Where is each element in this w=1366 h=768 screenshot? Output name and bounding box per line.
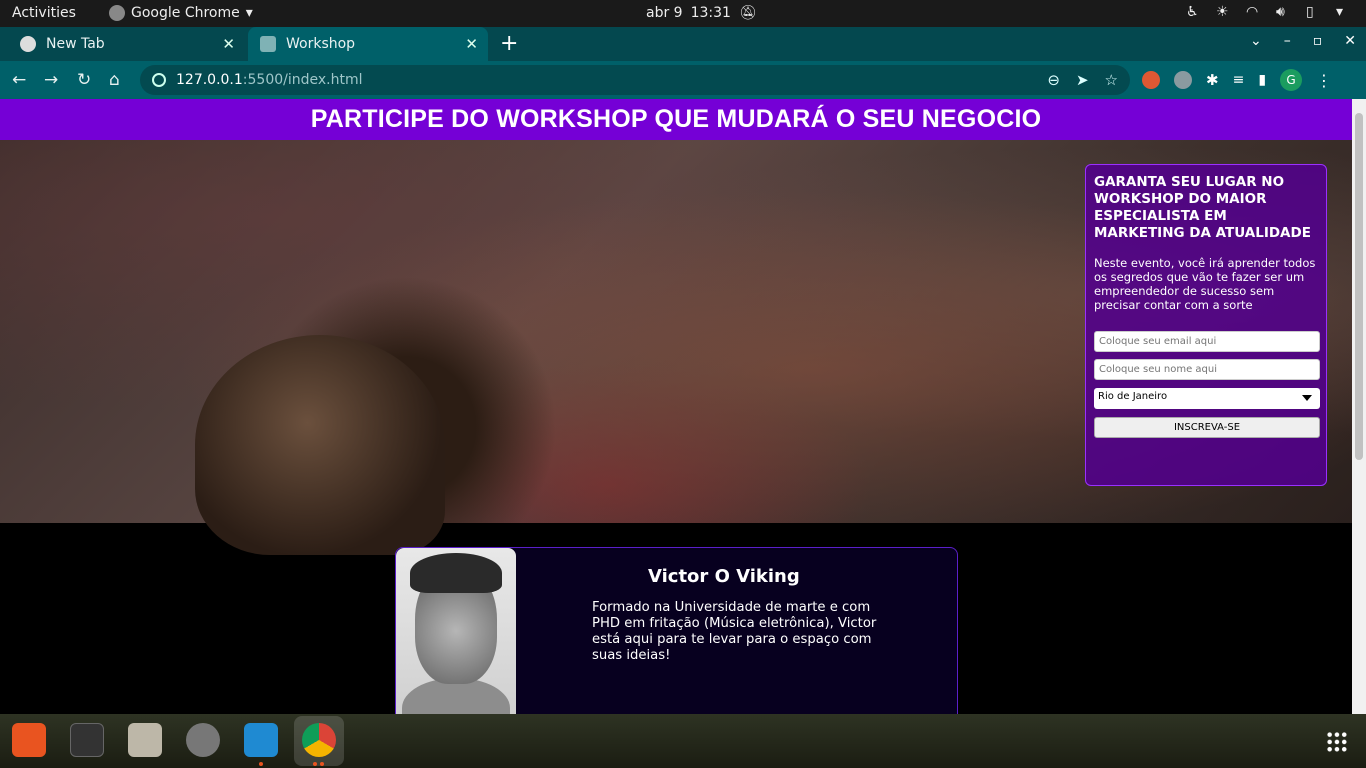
- signup-description: Neste evento, você irá aprender todos os…: [1094, 256, 1316, 312]
- media-control-icon[interactable]: ≡: [1233, 72, 1245, 88]
- maximize-icon[interactable]: ▫: [1313, 33, 1323, 49]
- extensions-puzzle-icon[interactable]: ✱: [1206, 71, 1219, 89]
- terminal-icon[interactable]: [70, 723, 104, 757]
- home-icon[interactable]: ⌂: [109, 70, 120, 90]
- tab-workshop[interactable]: Workshop ✕: [248, 27, 488, 61]
- name-field[interactable]: [1094, 359, 1320, 380]
- speaker-head-silhouette: [195, 335, 445, 555]
- app-menu[interactable]: Google Chrome ▾: [109, 5, 253, 21]
- city-select[interactable]: Rio de Janeiro: [1094, 388, 1320, 409]
- email-field[interactable]: [1094, 331, 1320, 352]
- close-icon[interactable]: ✕: [465, 35, 478, 53]
- cat-extension-icon[interactable]: [1174, 71, 1192, 89]
- page-scrollbar[interactable]: [1352, 99, 1366, 714]
- settings-gear-icon[interactable]: [186, 723, 220, 757]
- speaker-photo: [396, 548, 516, 714]
- app-menu-label: Google Chrome: [131, 5, 240, 21]
- volume-icon: 🔊︎: [1276, 4, 1285, 20]
- tab-strip: New Tab ✕ Workshop ✕ + ⌄ – ▫ ✕: [0, 27, 1366, 61]
- subscribe-button[interactable]: INSCREVA-SE: [1094, 417, 1320, 438]
- signup-form: GARANTA SEU LUGAR NO WORKSHOP DO MAIOR E…: [1085, 164, 1327, 486]
- chevron-down-icon: ▾: [1336, 4, 1344, 20]
- close-icon[interactable]: ✕: [222, 35, 235, 53]
- page-banner-title: PARTICIPE DO WORKSHOP QUE MUDARÁ O SEU N…: [0, 99, 1352, 140]
- tab-title: Workshop: [286, 36, 356, 52]
- tab-title: New Tab: [46, 36, 105, 52]
- profile-avatar[interactable]: G: [1280, 69, 1303, 91]
- vscode-icon[interactable]: [244, 723, 278, 757]
- show-apps-grid-icon[interactable]: [1326, 731, 1348, 753]
- tab-new-tab[interactable]: New Tab ✕: [0, 27, 245, 61]
- clock[interactable]: abr 9 13:31 🔕︎: [646, 5, 757, 21]
- side-panel-icon[interactable]: ▮: [1258, 72, 1266, 88]
- files-icon[interactable]: [128, 723, 162, 757]
- site-info-icon[interactable]: [152, 73, 166, 87]
- window-controls: ⌄ – ▫ ✕: [1250, 33, 1356, 49]
- web-page: PARTICIPE DO WORKSHOP QUE MUDARÁ O SEU N…: [0, 99, 1352, 714]
- notifications-off-icon: 🔕︎: [738, 5, 757, 21]
- caret-down-icon: ▾: [245, 5, 253, 21]
- system-top-bar: Activities Google Chrome ▾ abr 9 13:31 🔕…: [0, 0, 1366, 27]
- dock: [0, 714, 1366, 768]
- back-arrow-icon[interactable]: ←: [12, 70, 26, 90]
- wifi-icon: ◠: [1246, 4, 1259, 20]
- close-window-icon[interactable]: ✕: [1344, 33, 1356, 49]
- address-bar[interactable]: 127.0.0.1:5500/index.html ⊖ ➤ ☆: [140, 65, 1130, 95]
- clock-time: 13:31: [690, 5, 731, 21]
- speaker-name: Victor O Viking: [648, 566, 800, 587]
- forward-arrow-icon[interactable]: →: [44, 70, 58, 90]
- system-tray[interactable]: ♿︎ ☀︎ ◠ 🔊︎ ▯ ▾: [1186, 4, 1352, 20]
- speaker-bio: Formado na Universidade de marte e com P…: [592, 600, 877, 663]
- browser-toolbar: ← → ↻ ⌂ 127.0.0.1:5500/index.html ⊖ ➤ ☆ …: [0, 61, 1366, 99]
- hero-audience-image: GARANTA SEU LUGAR NO WORKSHOP DO MAIOR E…: [0, 140, 1352, 555]
- chrome-app-icon: [109, 5, 125, 21]
- dropdown-arrow-icon: [1302, 395, 1312, 401]
- chrome-icon[interactable]: [302, 723, 336, 757]
- share-icon[interactable]: ➤: [1076, 71, 1089, 89]
- brightness-icon: ☀︎: [1216, 4, 1229, 20]
- url-text[interactable]: 127.0.0.1:5500/index.html: [176, 72, 363, 88]
- activities-button[interactable]: Activities: [12, 5, 76, 21]
- page-favicon-icon: [260, 36, 276, 52]
- extensions-area: ✱ ≡ ▮ G ⋮: [1142, 69, 1332, 91]
- menu-kebab-icon[interactable]: ⋮: [1316, 71, 1332, 90]
- app-store-icon[interactable]: [12, 723, 46, 757]
- zoom-icon[interactable]: ⊖: [1047, 71, 1060, 89]
- accessibility-icon[interactable]: ♿︎: [1186, 4, 1202, 20]
- signup-heading: GARANTA SEU LUGAR NO WORKSHOP DO MAIOR E…: [1094, 174, 1311, 241]
- reload-icon[interactable]: ↻: [77, 70, 91, 90]
- speaker-card: Victor O Viking Formado na Universidade …: [395, 547, 958, 714]
- clock-date: abr 9: [646, 5, 683, 21]
- tab-search-chevron-icon[interactable]: ⌄: [1250, 33, 1262, 49]
- chrome-icon: [20, 36, 36, 52]
- scrollbar-thumb[interactable]: [1355, 113, 1363, 460]
- minimize-icon[interactable]: –: [1284, 33, 1291, 49]
- duckduckgo-extension-icon[interactable]: [1142, 71, 1160, 89]
- bookmark-star-icon[interactable]: ☆: [1105, 71, 1118, 89]
- new-tab-plus-icon[interactable]: +: [500, 31, 518, 56]
- city-select-value: Rio de Janeiro: [1098, 391, 1168, 402]
- battery-icon: ▯: [1306, 4, 1314, 20]
